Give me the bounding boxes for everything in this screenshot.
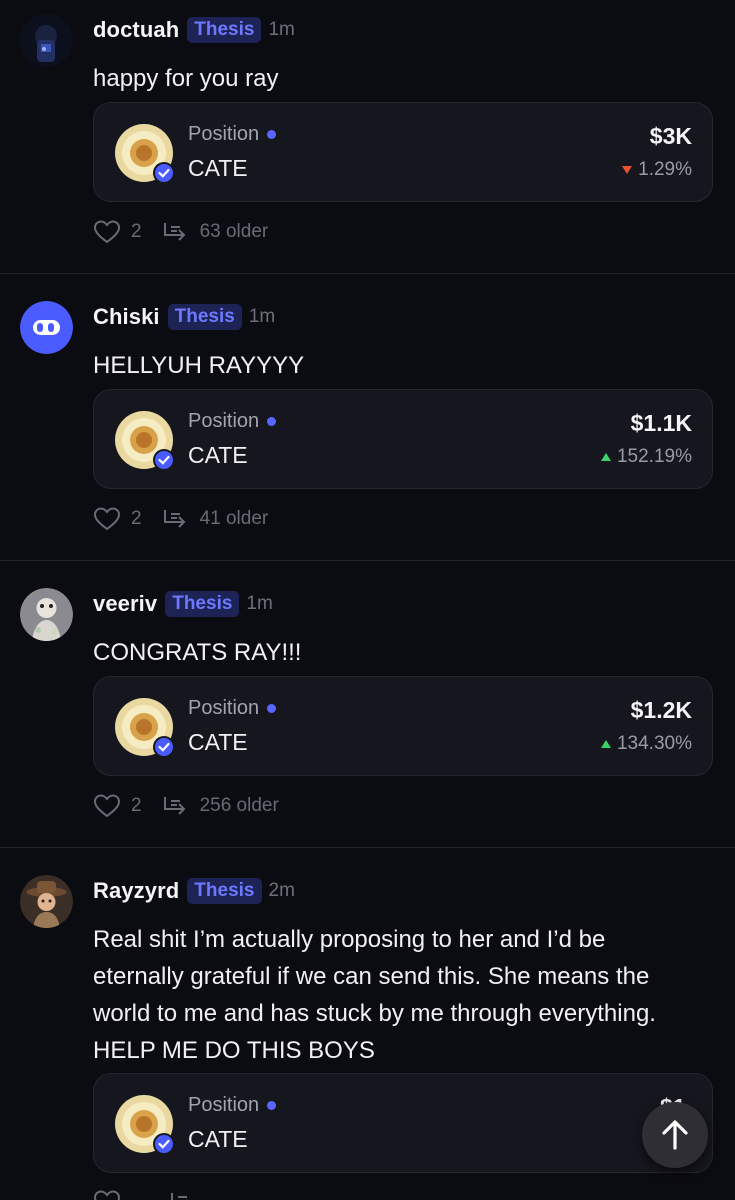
username[interactable]: doctuah [93, 17, 179, 43]
thesis-badge: Thesis [187, 878, 262, 904]
post-actions: 2 41 older [93, 504, 268, 534]
position-card[interactable]: Position CATE $3K 1.29% [93, 102, 713, 202]
position-label: Position [188, 697, 277, 720]
thesis-badge: Thesis [167, 304, 242, 330]
avatar[interactable] [20, 14, 73, 67]
post[interactable]: doctuah Thesis 1m happy for you ray Posi… [0, 0, 735, 273]
post-text: CONGRATS RAY!!! [93, 639, 302, 666]
reply-icon[interactable] [162, 507, 190, 531]
ticker: CATE [188, 442, 248, 468]
username[interactable]: veeriv [93, 591, 157, 617]
position-amount: $3K [649, 123, 692, 149]
status-dot [267, 417, 277, 426]
older-replies[interactable]: 41 older [200, 508, 269, 530]
position-change: 134.30% [600, 733, 692, 755]
post[interactable]: Chiski Thesis 1m HELLYUH RAYYYY Position [0, 287, 735, 560]
reply-icon[interactable] [162, 794, 190, 818]
change-percent: 1.29% [638, 159, 692, 180]
reply-icon[interactable] [162, 220, 190, 244]
cate-token-icon [114, 410, 175, 471]
thesis-badge: Thesis [187, 17, 262, 43]
like-count: 2 [131, 221, 142, 242]
arrow-up-icon [662, 1120, 688, 1150]
position-label-text: Position [188, 1094, 260, 1116]
position-amount: $1.2K [630, 697, 692, 723]
post-actions: 2 63 older [93, 217, 268, 247]
avatar[interactable] [20, 588, 73, 641]
post-actions: 2 256 older [93, 791, 279, 821]
scroll-to-top-button[interactable] [642, 1102, 708, 1168]
username[interactable]: Rayzyrd [93, 878, 179, 904]
position-label-text: Position [188, 410, 260, 432]
heart-icon[interactable] [93, 1189, 121, 1200]
down-arrow-icon [622, 166, 633, 174]
ticker: CATE [188, 729, 248, 755]
position-label: Position [188, 123, 277, 146]
cate-token-icon [114, 697, 175, 758]
divider [0, 560, 735, 561]
like-count: 2 [131, 508, 142, 529]
status-dot [267, 1101, 277, 1110]
ticker: CATE [188, 155, 248, 181]
post-header: veeriv Thesis 1m [93, 588, 273, 620]
position-card[interactable]: Position CATE $1.1K 152.19% [93, 389, 713, 489]
position-label-text: Position [188, 697, 260, 719]
change-percent: 134.30% [616, 733, 692, 754]
divider [0, 273, 735, 274]
username[interactable]: Chiski [93, 304, 160, 330]
change-percent: 152.19% [616, 446, 692, 467]
position-amount: $1.1K [630, 410, 692, 436]
older-replies[interactable]: 63 older [200, 221, 269, 243]
post[interactable]: veeriv Thesis 1m CONGRATS RAY!!! Positio… [0, 574, 735, 847]
position-label: Position [188, 410, 277, 433]
thesis-badge: Thesis [165, 591, 240, 617]
post-text: happy for you ray [93, 65, 279, 92]
position-label: Position [188, 1094, 277, 1117]
post-text: HELLYUH RAYYYY [93, 352, 305, 379]
timestamp: 1m [246, 593, 273, 614]
position-card[interactable]: Position CATE $1.2K 134.30% [93, 676, 713, 776]
like-count: 2 [131, 795, 142, 816]
post-actions [93, 1187, 197, 1200]
older-replies[interactable]: 256 older [200, 795, 279, 817]
heart-icon[interactable] [93, 793, 121, 819]
position-label-text: Position [188, 123, 260, 145]
timestamp: 1m [268, 19, 295, 40]
up-arrow-icon [600, 453, 611, 461]
status-dot [267, 130, 277, 139]
heart-icon[interactable] [93, 506, 121, 532]
post-text: Real shit I’m actually proposing to her … [93, 926, 656, 1064]
up-arrow-icon [600, 740, 611, 748]
feed: doctuah Thesis 1m happy for you ray Posi… [0, 0, 735, 1200]
timestamp: 1m [248, 306, 276, 327]
status-dot [267, 704, 277, 713]
position-change: 1.29% [622, 159, 692, 181]
divider [0, 847, 735, 848]
reply-icon[interactable] [169, 1190, 197, 1200]
avatar[interactable] [20, 301, 73, 354]
post[interactable]: Rayzyrd Thesis 2m Real shit I’m actually… [0, 861, 735, 1200]
post-header: Rayzyrd Thesis 2m [93, 875, 295, 907]
post-header: doctuah Thesis 1m [93, 14, 295, 46]
avatar[interactable] [20, 875, 73, 928]
ticker: CATE [188, 1126, 248, 1152]
position-change: 152.19% [600, 446, 692, 468]
heart-icon[interactable] [93, 219, 121, 245]
post-header: Chiski Thesis 1m [93, 301, 275, 333]
position-card[interactable]: Position CATE $1. 2 [93, 1073, 713, 1173]
cate-token-icon [114, 123, 175, 184]
timestamp: 2m [268, 880, 295, 901]
cate-token-icon [114, 1094, 175, 1155]
